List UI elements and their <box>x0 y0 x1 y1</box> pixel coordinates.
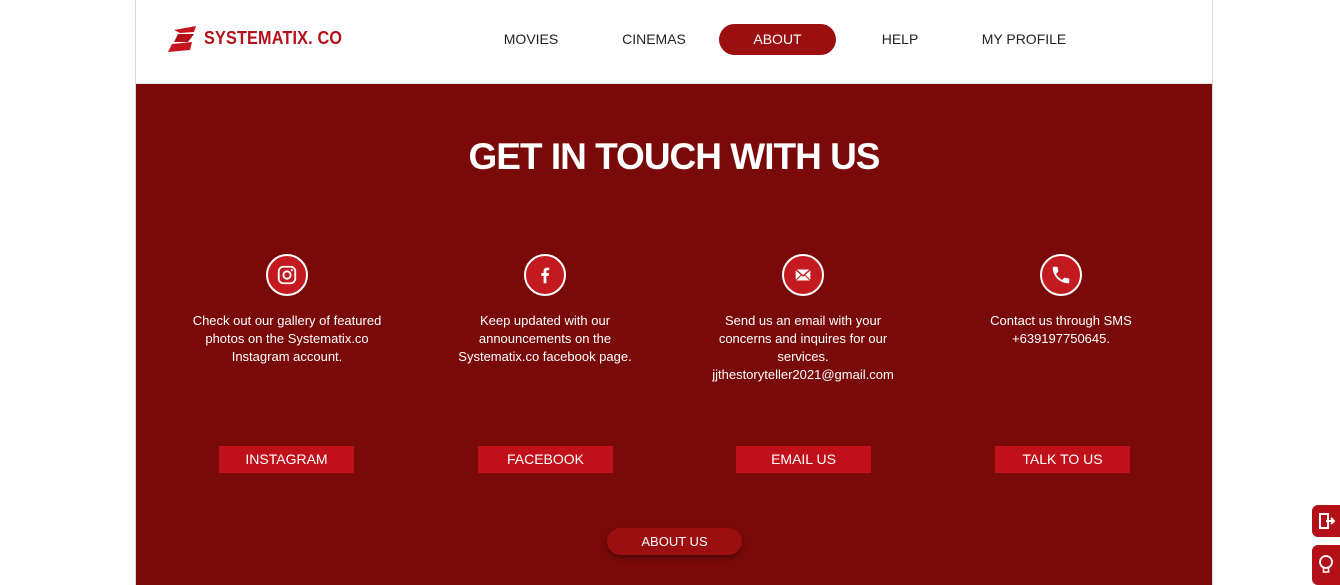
phone-card: Contact us through SMS +639197750645. <box>961 254 1161 348</box>
nav-movies[interactable]: MOVIES <box>491 24 571 55</box>
exit-widget[interactable] <box>1312 505 1340 537</box>
instagram-button[interactable]: INSTAGRAM <box>219 446 354 473</box>
email-description: Send us an email with your concerns and … <box>712 313 894 382</box>
phone-icon[interactable] <box>1040 254 1082 296</box>
email-card: Send us an email with your concerns and … <box>703 254 903 384</box>
help-widget[interactable] <box>1312 545 1340 585</box>
contact-section: GET IN TOUCH WITH US Check out our galle… <box>136 84 1212 585</box>
main-nav: MOVIES CINEMAS ABOUT HELP MY PROFILE <box>136 24 1212 55</box>
section-title: GET IN TOUCH WITH US <box>468 136 881 177</box>
facebook-icon[interactable] <box>524 254 566 296</box>
facebook-button[interactable]: FACEBOOK <box>478 446 613 473</box>
facebook-description: Keep updated with our announcements on t… <box>458 313 632 364</box>
exit-icon <box>1319 513 1335 529</box>
instagram-description: Check out our gallery of featured photos… <box>192 313 382 364</box>
email-address[interactable]: jjthestoryteller2021@gmail.com <box>712 367 894 382</box>
nav-help[interactable]: HELP <box>864 24 936 55</box>
nav-about[interactable]: ABOUT <box>719 24 836 55</box>
email-us-button[interactable]: EMAIL US <box>736 446 871 473</box>
page-container: SYSTEMATIX. CO MOVIES CINEMAS ABOUT HELP… <box>135 0 1213 585</box>
lightbulb-icon <box>1319 555 1333 573</box>
email-icon[interactable] <box>782 254 824 296</box>
instagram-card: Check out our gallery of featured photos… <box>187 254 387 366</box>
nav-cinemas[interactable]: CINEMAS <box>614 24 694 55</box>
talk-to-us-button[interactable]: TALK TO US <box>995 446 1130 473</box>
about-us-button[interactable]: ABOUT US <box>607 528 742 555</box>
nav-my-profile[interactable]: MY PROFILE <box>974 24 1074 55</box>
site-header: SYSTEMATIX. CO MOVIES CINEMAS ABOUT HELP… <box>136 0 1212 84</box>
facebook-card: Keep updated with our announcements on t… <box>445 254 645 366</box>
instagram-icon[interactable] <box>266 254 308 296</box>
phone-description: Contact us through SMS +639197750645. <box>990 313 1132 346</box>
